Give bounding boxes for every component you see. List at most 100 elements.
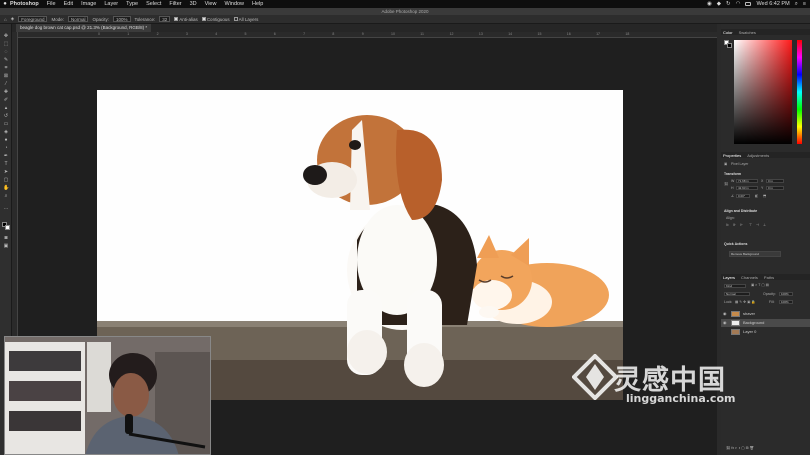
menu-edit[interactable]: Edit xyxy=(64,1,73,7)
background-color-swatch[interactable] xyxy=(5,225,10,230)
tab-color[interactable]: Color xyxy=(723,30,733,35)
mode-select[interactable]: Normal xyxy=(67,16,89,22)
link-icon[interactable]: ⛓ xyxy=(724,182,728,186)
y-input[interactable]: 0 in xyxy=(766,186,784,190)
panel-background-swatch[interactable] xyxy=(727,43,732,48)
all-layers-checkbox[interactable]: All Layers xyxy=(233,16,258,22)
layers-footer-icons[interactable]: ⛓ fx ◐ ◑ ▢ ⊞ 🗑 xyxy=(726,446,754,450)
tolerance-input[interactable]: 32 xyxy=(159,16,171,22)
history-brush-tool-icon[interactable]: ↺ xyxy=(3,114,9,119)
stamp-tool-icon[interactable]: ▴ xyxy=(3,106,9,111)
layer-row[interactable]: Layer 0 xyxy=(721,328,810,336)
tab-channels[interactable]: Channels xyxy=(741,275,758,280)
dropbox-icon[interactable]: ◆ xyxy=(717,1,721,7)
align-heading[interactable]: Align and Distribute xyxy=(724,209,757,213)
menu-type[interactable]: Type xyxy=(126,1,138,7)
menu-image[interactable]: Image xyxy=(81,1,96,7)
visibility-eye-icon[interactable]: ◉ xyxy=(723,319,727,327)
menu-view[interactable]: View xyxy=(205,1,217,7)
lasso-tool-icon[interactable]: ◌ xyxy=(3,50,9,55)
hue-slider[interactable] xyxy=(797,40,802,144)
path-select-tool-icon[interactable]: ➤ xyxy=(3,170,9,175)
menu-list-icon[interactable]: ≡ xyxy=(803,1,806,7)
sync-icon[interactable]: ↻ xyxy=(726,1,731,7)
blur-tool-icon[interactable]: ● xyxy=(3,138,9,143)
align-bottom-icon[interactable]: ⊥ xyxy=(763,223,766,227)
tab-properties[interactable]: Properties xyxy=(723,153,741,158)
x-input[interactable]: 0 in xyxy=(766,179,784,183)
screen-mode-icon[interactable]: ▣ xyxy=(3,244,9,249)
brush-tool-icon[interactable]: ✐ xyxy=(3,98,9,103)
opacity-input[interactable]: 100% xyxy=(113,16,131,22)
type-tool-icon[interactable]: T xyxy=(3,162,9,167)
document-tab[interactable]: beagle dog brown cat cap.psd @ 21.3% (Ba… xyxy=(16,24,152,32)
align-middle-icon[interactable]: ⊣ xyxy=(756,223,759,227)
menu-filter[interactable]: Filter xyxy=(169,1,181,7)
shape-tool-icon[interactable]: ▢ xyxy=(3,178,9,183)
wifi-icon[interactable]: ◠ xyxy=(736,1,741,7)
menu-3d[interactable]: 3D xyxy=(190,1,197,7)
height-input[interactable]: 42.93 in xyxy=(736,186,758,190)
fill-source-select[interactable]: Foreground xyxy=(18,16,48,22)
color-swatches[interactable] xyxy=(2,222,10,230)
layer-row-selected[interactable]: ◉ Background xyxy=(721,319,810,327)
blend-mode-select[interactable]: Normal xyxy=(724,292,750,296)
eraser-tool-icon[interactable]: ▭ xyxy=(3,122,9,127)
align-center-icon[interactable]: ⊪ xyxy=(733,223,736,227)
tab-swatches[interactable]: Swatches xyxy=(739,30,756,35)
zoom-tool-icon[interactable]: ⌕ xyxy=(3,194,9,199)
crop-tool-icon[interactable]: ⌗ xyxy=(3,66,9,71)
transform-heading[interactable]: Transform xyxy=(724,172,741,176)
tab-paths[interactable]: Paths xyxy=(764,275,774,280)
pen-tool-icon[interactable]: ✒ xyxy=(3,154,9,159)
menu-select[interactable]: Select xyxy=(146,1,161,7)
anti-alias-checkbox[interactable]: Anti-alias xyxy=(174,16,198,22)
eyedropper-tool-icon[interactable]: ⁄ xyxy=(3,82,9,87)
hand-tool-icon[interactable]: ✋ xyxy=(3,186,9,191)
color-picker-field[interactable] xyxy=(734,40,792,144)
camera-icon[interactable]: ◉ xyxy=(707,1,712,7)
angle-input[interactable]: 0.00° xyxy=(736,194,750,198)
menu-file[interactable]: File xyxy=(47,1,56,7)
clock-label[interactable]: Wed 6:42 PM xyxy=(756,1,789,7)
layer-filter-icons[interactable]: ▣ ◐ T ▢ ▤ xyxy=(751,283,769,287)
paint-bucket-tool-icon[interactable]: ◈ xyxy=(3,130,9,135)
quick-select-tool-icon[interactable]: ✎ xyxy=(3,58,9,63)
align-right-icon[interactable]: ⊩ xyxy=(740,223,743,227)
contiguous-checkbox[interactable]: Contiguous xyxy=(201,16,230,22)
healing-tool-icon[interactable]: ✚ xyxy=(3,90,9,95)
layer-name: Background xyxy=(743,320,765,325)
tab-layers[interactable]: Layers xyxy=(723,275,735,280)
flip-vertical-icon[interactable]: ⬒ xyxy=(763,194,766,198)
paint-bucket-tool-icon[interactable]: ◈ xyxy=(11,16,14,22)
layer-row[interactable]: ◉ shaver xyxy=(721,310,810,318)
align-left-icon[interactable]: ⊫ xyxy=(726,223,729,227)
more-tools-icon[interactable]: … xyxy=(3,206,9,211)
tab-adjustments[interactable]: Adjustments xyxy=(747,153,769,158)
search-icon[interactable]: ⌕ xyxy=(795,1,798,8)
menu-help[interactable]: Help xyxy=(252,1,263,7)
flip-horizontal-icon[interactable]: ◧ xyxy=(755,194,758,198)
dodge-tool-icon[interactable]: ◔ xyxy=(3,146,9,151)
home-icon[interactable]: ⌂ xyxy=(4,17,7,22)
remove-background-button[interactable]: Remove Background xyxy=(729,251,781,257)
frame-tool-icon[interactable]: ⊠ xyxy=(3,74,9,79)
layer-kind-filter[interactable]: Kind xyxy=(724,284,746,288)
menu-app-name[interactable]: Photoshop xyxy=(10,1,39,7)
lock-icons[interactable]: ▦ ✎ ✥ ▣ 🔒 xyxy=(735,300,756,304)
macos-menubar: ● Photoshop File Edit Image Layer Type S… xyxy=(0,0,810,8)
menu-layer[interactable]: Layer xyxy=(104,1,118,7)
width-input[interactable]: 71.68 in xyxy=(736,179,758,183)
align-sublabel: Align: xyxy=(726,216,735,220)
move-tool-icon[interactable]: ✥ xyxy=(3,34,9,39)
visibility-eye-icon[interactable]: ◉ xyxy=(723,310,727,318)
marquee-tool-icon[interactable]: ⬚ xyxy=(3,42,9,47)
align-top-icon[interactable]: ⊤ xyxy=(749,223,752,227)
battery-icon[interactable] xyxy=(745,2,752,6)
quick-mask-icon[interactable]: ◙ xyxy=(3,236,9,241)
fill-input[interactable]: 100% xyxy=(779,300,793,304)
quick-actions-heading[interactable]: Quick Actions xyxy=(724,242,747,246)
menu-window[interactable]: Window xyxy=(224,1,244,7)
apple-icon[interactable]: ● xyxy=(0,1,10,7)
layers-opacity-input[interactable]: 100% xyxy=(779,292,793,296)
